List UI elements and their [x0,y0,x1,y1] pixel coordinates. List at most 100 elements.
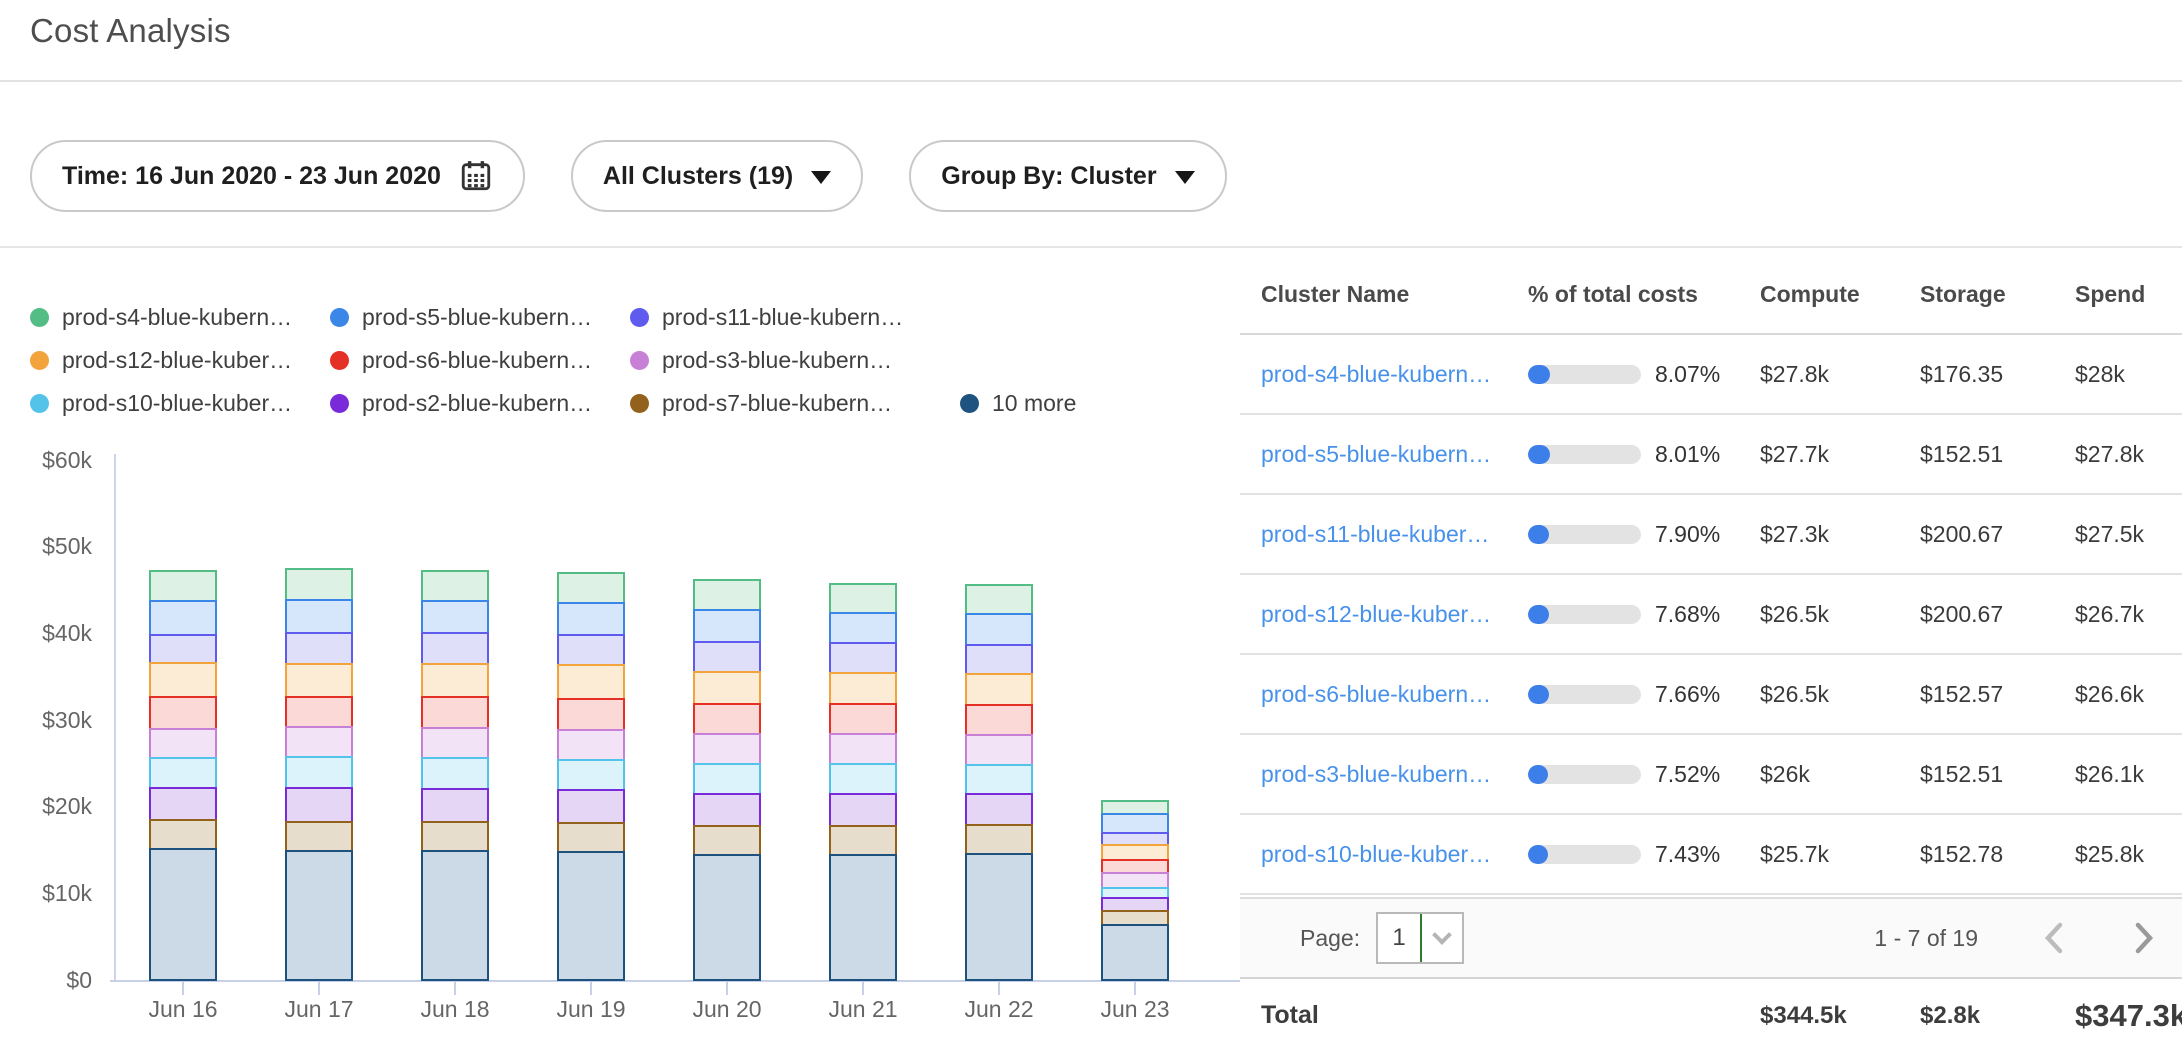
bar-segment[interactable] [285,756,353,789]
cluster-link[interactable]: prod-s12-blue-kuber… [1261,601,1528,628]
cluster-link[interactable]: prod-s5-blue-kubern… [1261,441,1528,468]
bar-segment[interactable] [421,696,489,729]
bar-segment[interactable] [149,728,217,759]
cluster-link[interactable]: prod-s10-blue-kuber… [1261,841,1528,868]
cluster-link[interactable]: prod-s4-blue-kubern… [1261,361,1528,388]
bar-segment[interactable] [693,703,761,735]
bar-segment[interactable] [285,696,353,728]
bar-segment[interactable] [557,664,625,700]
bar-segment[interactable] [421,727,489,759]
group-by-dropdown[interactable]: Group By: Cluster [909,140,1226,212]
cluster-link[interactable]: prod-s6-blue-kubern… [1261,681,1528,708]
time-range-filter-button[interactable]: Time: 16 Jun 2020 - 23 Jun 2020 [30,140,525,212]
bar-segment[interactable] [693,579,761,611]
legend-item[interactable]: prod-s5-blue-kubern… [330,296,630,339]
bar-segment[interactable] [285,632,353,665]
bar-segment[interactable] [149,819,217,850]
bar-segment[interactable] [421,788,489,823]
legend-item[interactable]: prod-s12-blue-kuber… [30,339,330,382]
bar-segment[interactable] [421,600,489,634]
bar-segment[interactable] [421,632,489,665]
legend-item[interactable]: prod-s4-blue-kubern… [30,296,330,339]
bar-segment[interactable] [149,600,217,636]
bar-segment[interactable] [829,733,897,765]
bar-segment[interactable] [965,644,1033,675]
bar-segment[interactable] [421,570,489,602]
stacked-bar-jun-23[interactable] [1101,800,1169,981]
bar-segment[interactable] [285,726,353,758]
bar-segment[interactable] [557,698,625,731]
bar-segment[interactable] [285,850,353,981]
stacked-bar-jun-21[interactable] [829,583,897,981]
bar-segment[interactable] [557,729,625,761]
cluster-link[interactable]: prod-s3-blue-kubern… [1261,761,1528,788]
legend-item[interactable]: 10 more [960,382,1076,425]
bar-segment[interactable] [829,793,897,827]
bar-segment[interactable] [965,824,1033,855]
bar-segment[interactable] [149,848,217,981]
legend-item[interactable]: prod-s2-blue-kubern… [330,382,630,425]
legend-item[interactable]: prod-s11-blue-kubern… [630,296,960,339]
bar-segment[interactable] [149,696,217,730]
stacked-bar-jun-17[interactable] [285,568,353,981]
next-page-button[interactable] [2130,920,2158,956]
bar-segment[interactable] [149,662,217,698]
bar-segment[interactable] [965,734,1033,766]
bar-segment[interactable] [829,583,897,614]
bar-segment[interactable] [557,789,625,824]
legend-item[interactable]: prod-s7-blue-kubern… [630,382,960,425]
prev-page-button[interactable] [2040,920,2068,956]
cluster-link[interactable]: prod-s11-blue-kuber… [1261,521,1528,548]
bar-segment[interactable] [557,822,625,853]
bar-segment[interactable] [829,672,897,705]
bar-segment[interactable] [557,759,625,791]
bar-segment[interactable] [965,853,1033,981]
bar-segment[interactable] [965,793,1033,826]
bar-segment[interactable] [693,825,761,856]
bar-segment[interactable] [149,634,217,664]
bar-segment[interactable] [149,787,217,821]
bar-segment[interactable] [965,584,1033,615]
stacked-bar-jun-19[interactable] [557,572,625,981]
page-select[interactable]: 1 [1376,912,1464,964]
bar-segment[interactable] [829,825,897,856]
bar-segment[interactable] [557,572,625,604]
bar-segment[interactable] [285,663,353,698]
legend-item[interactable]: prod-s6-blue-kubern… [330,339,630,382]
stacked-bar-jun-22[interactable] [965,584,1033,981]
stacked-bar-jun-20[interactable] [693,579,761,981]
bar-segment[interactable] [285,787,353,823]
bar-segment[interactable] [965,613,1033,646]
bar-segment[interactable] [693,763,761,795]
bar-segment[interactable] [829,612,897,644]
bar-segment[interactable] [1101,813,1169,834]
stacked-bar-jun-18[interactable] [421,570,489,981]
bar-segment[interactable] [829,854,897,981]
bar-segment[interactable] [285,821,353,852]
bar-segment[interactable] [965,764,1033,795]
bar-segment[interactable] [829,642,897,674]
bar-segment[interactable] [285,568,353,601]
bar-segment[interactable] [1101,924,1169,981]
legend-item[interactable]: prod-s10-blue-kuber… [30,382,330,425]
bar-segment[interactable] [965,704,1033,736]
bar-segment[interactable] [693,733,761,765]
bar-segment[interactable] [829,763,897,795]
bar-segment[interactable] [557,634,625,666]
bar-segment[interactable] [421,663,489,698]
stacked-bar-jun-16[interactable] [149,570,217,981]
bar-segment[interactable] [693,854,761,981]
bar-segment[interactable] [693,793,761,827]
bar-segment[interactable] [693,609,761,643]
bar-segment[interactable] [557,851,625,981]
legend-item[interactable]: prod-s3-blue-kubern… [630,339,960,382]
bar-segment[interactable] [965,673,1033,706]
bar-segment[interactable] [829,703,897,735]
bar-segment[interactable] [149,757,217,789]
bar-segment[interactable] [149,570,217,602]
bar-segment[interactable] [285,599,353,634]
bar-segment[interactable] [693,641,761,673]
bar-segment[interactable] [421,757,489,790]
bar-segment[interactable] [693,671,761,705]
clusters-filter-dropdown[interactable]: All Clusters (19) [571,140,863,212]
